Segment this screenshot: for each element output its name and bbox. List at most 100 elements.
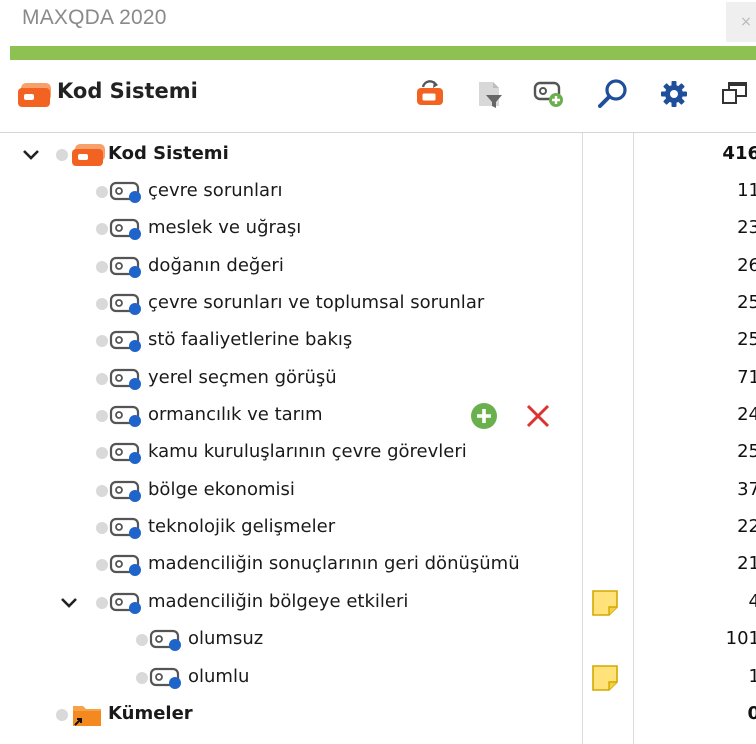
status-dot bbox=[56, 709, 68, 721]
tree-row-code[interactable]: madenciliğin sonuçlarının geri dönüşümü … bbox=[0, 546, 756, 583]
undock-window-icon bbox=[722, 82, 747, 104]
status-dot bbox=[136, 634, 148, 646]
coded-segment-count: 37 bbox=[737, 479, 756, 500]
status-dot bbox=[96, 223, 108, 235]
status-dot bbox=[96, 335, 108, 347]
tree-row-code[interactable]: yerel seçmen görüşü 71 bbox=[0, 360, 756, 397]
coded-segment-count: 25 bbox=[737, 441, 756, 462]
code-icon bbox=[109, 517, 141, 539]
settings-button[interactable] bbox=[656, 76, 692, 112]
settings-gear-icon bbox=[661, 81, 687, 107]
tree-row-code[interactable]: çevre sorunları 11 bbox=[0, 173, 756, 210]
new-code-icon bbox=[533, 81, 563, 107]
status-dot bbox=[96, 559, 108, 571]
coded-segment-count: 1 bbox=[748, 666, 756, 687]
code-icon bbox=[109, 218, 141, 240]
close-window-button[interactable]: × bbox=[726, 2, 756, 42]
status-dot bbox=[96, 597, 108, 609]
tree-row-code[interactable]: doğanın değeri 26 bbox=[0, 248, 756, 285]
tree-row-code[interactable]: çevre sorunları ve toplumsal sorunlar 25 bbox=[0, 285, 756, 322]
tree-label: yerel seçmen görüşü bbox=[148, 367, 337, 388]
tree-row-code[interactable]: meslek ve uğraşı 23 bbox=[0, 210, 756, 247]
coded-segment-count: 11 bbox=[737, 180, 756, 201]
tree-row-subcode[interactable]: olumlu 1 bbox=[0, 659, 756, 696]
sets-folder-icon bbox=[73, 706, 101, 726]
undock-window-button[interactable] bbox=[716, 76, 752, 112]
status-dot bbox=[136, 672, 148, 684]
code-system-header: Kod Sistemi bbox=[0, 60, 756, 132]
coded-segment-count: 101 bbox=[725, 628, 756, 649]
tree-label: madenciliğin bölgeye etkileri bbox=[148, 591, 409, 612]
coded-segment-count: 24 bbox=[737, 404, 756, 425]
tree-label: teknolojik gelişmeler bbox=[148, 516, 336, 537]
tree-row-subcode[interactable]: olumsuz 101 bbox=[0, 621, 756, 658]
code-system-icon bbox=[18, 83, 51, 107]
coded-segment-count: 416 bbox=[722, 143, 756, 164]
accent-bar bbox=[10, 46, 756, 60]
status-dot bbox=[96, 373, 108, 385]
filter-documents-button[interactable] bbox=[471, 76, 507, 112]
tree-row-root[interactable]: Kod Sistemi 416 bbox=[0, 136, 756, 173]
code-icon bbox=[109, 293, 141, 315]
code-icon bbox=[109, 368, 141, 390]
tree-row-code[interactable]: stö faaliyetlerine bakış 25 bbox=[0, 322, 756, 359]
code-system-restore-icon bbox=[417, 80, 443, 105]
chevron-down-icon[interactable] bbox=[59, 592, 79, 612]
code-icon bbox=[109, 256, 141, 278]
code-icon bbox=[149, 629, 181, 651]
restore-code-system-button[interactable] bbox=[412, 76, 448, 112]
coded-segment-count: 0 bbox=[747, 703, 756, 724]
code-memo-icon[interactable] bbox=[591, 664, 619, 691]
coded-segment-count: 25 bbox=[737, 292, 756, 313]
coded-segment-count: 23 bbox=[737, 217, 756, 238]
tree-label: stö faaliyetlerine bakış bbox=[148, 329, 353, 350]
tree-row-code-hovered[interactable]: ormancılık ve tarım 24 bbox=[0, 397, 756, 434]
status-dot bbox=[96, 522, 108, 534]
tree-label-sets: Kümeler bbox=[108, 703, 193, 724]
window-titlebar: MAXQDA 2020 × bbox=[0, 0, 756, 46]
status-dot bbox=[96, 186, 108, 198]
tree-label: çevre sorunları ve toplumsal sorunlar bbox=[148, 292, 485, 313]
coded-segment-count: 25 bbox=[737, 329, 756, 350]
code-icon bbox=[109, 405, 141, 427]
coded-segment-count: 22 bbox=[737, 516, 756, 537]
code-icon bbox=[149, 667, 181, 689]
status-dot bbox=[96, 261, 108, 273]
close-x-icon bbox=[526, 404, 550, 428]
tree-label: bölge ekonomisi bbox=[148, 479, 295, 500]
code-system-icon bbox=[72, 144, 105, 166]
header-title: Kod Sistemi bbox=[57, 79, 198, 103]
tree-row-code-expanded[interactable]: madenciliğin bölgeye etkileri 4 bbox=[0, 584, 756, 621]
search-button[interactable] bbox=[595, 76, 631, 112]
tree-row-sets[interactable]: Kümeler 0 bbox=[0, 696, 756, 733]
code-icon bbox=[109, 554, 141, 576]
status-dot bbox=[56, 149, 68, 161]
new-code-button[interactable] bbox=[531, 76, 567, 112]
search-icon bbox=[598, 79, 627, 108]
chevron-down-icon[interactable] bbox=[21, 144, 41, 164]
tree-label: madenciliğin sonuçlarının geri dönüşümü bbox=[148, 553, 520, 574]
status-dot bbox=[96, 410, 108, 422]
plus-circle-icon bbox=[471, 403, 497, 429]
tree-label-root: Kod Sistemi bbox=[108, 143, 229, 164]
status-dot bbox=[96, 447, 108, 459]
tree-label: olumlu bbox=[188, 666, 250, 687]
code-icon bbox=[109, 330, 141, 352]
code-memo-icon[interactable] bbox=[591, 589, 619, 616]
tree-label: doğanın değeri bbox=[148, 255, 284, 276]
tree-label: çevre sorunları bbox=[148, 180, 283, 201]
close-icon: × bbox=[740, 14, 752, 30]
tree-label: kamu kuruluşlarının çevre görevleri bbox=[148, 441, 467, 462]
coded-segment-count: 4 bbox=[748, 591, 756, 612]
tree-row-code[interactable]: kamu kuruluşlarının çevre görevleri 25 bbox=[0, 434, 756, 471]
coded-segment-count: 26 bbox=[737, 255, 756, 276]
coded-segment-count: 21 bbox=[737, 553, 756, 574]
delete-code-button[interactable] bbox=[523, 401, 553, 431]
add-subcode-button[interactable] bbox=[469, 401, 499, 431]
tree-row-code[interactable]: teknolojik gelişmeler 22 bbox=[0, 509, 756, 546]
app-title: MAXQDA 2020 bbox=[22, 6, 167, 29]
filter-document-icon bbox=[479, 82, 502, 108]
tree-label: meslek ve uğraşı bbox=[148, 217, 302, 238]
tree-row-code[interactable]: bölge ekonomisi 37 bbox=[0, 472, 756, 509]
tree-label: ormancılık ve tarım bbox=[148, 404, 323, 425]
